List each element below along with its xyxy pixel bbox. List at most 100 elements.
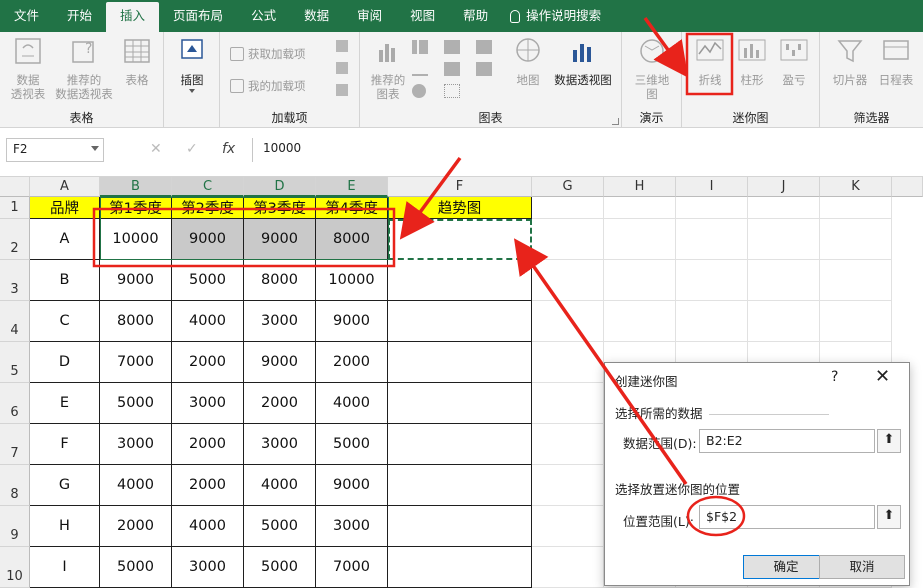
tab-help[interactable]: 帮助 <box>449 0 502 32</box>
data-range-input[interactable]: B2:E2 <box>699 429 875 453</box>
map-chart-button[interactable]: 地图 <box>510 36 546 87</box>
grid-cell[interactable] <box>604 219 676 260</box>
value-cell[interactable]: 2000 <box>316 342 388 383</box>
visio-icon[interactable] <box>336 40 348 52</box>
row-header[interactable]: 8 <box>0 465 30 506</box>
column-header[interactable]: A <box>30 177 100 197</box>
column-header[interactable]: B <box>100 177 172 197</box>
column-header[interactable]: K <box>820 177 892 197</box>
value-cell[interactable]: 3000 <box>172 383 244 424</box>
select-all-corner[interactable] <box>0 177 30 197</box>
grid-cell[interactable] <box>748 219 820 260</box>
tab-formulas[interactable]: 公式 <box>237 0 290 32</box>
sparkline-line-button[interactable]: 折线 <box>690 36 730 87</box>
name-box[interactable]: F2 <box>6 138 104 162</box>
value-cell[interactable]: 5000 <box>172 260 244 301</box>
grid-cell[interactable] <box>604 301 676 342</box>
location-range-input[interactable]: $F$2 <box>699 505 875 529</box>
trend-cell[interactable] <box>388 506 532 547</box>
bing-icon[interactable] <box>336 62 348 74</box>
brand-cell[interactable]: B <box>30 260 100 301</box>
grid-cell[interactable] <box>676 197 748 219</box>
value-cell[interactable]: 10000 <box>100 219 172 260</box>
column-header[interactable]: F <box>388 177 532 197</box>
value-cell[interactable]: 9000 <box>316 301 388 342</box>
value-cell[interactable]: 8000 <box>100 301 172 342</box>
grid-cell[interactable] <box>748 260 820 301</box>
get-addins-button[interactable]: 获取加载项 <box>230 46 306 62</box>
grid-cell[interactable] <box>604 197 676 219</box>
ok-button[interactable]: 确定 <box>743 555 829 579</box>
value-cell[interactable]: 9000 <box>100 260 172 301</box>
header-cell-trend[interactable]: 趋势图 <box>388 197 532 219</box>
grid-cell[interactable] <box>604 260 676 301</box>
trend-cell[interactable] <box>388 547 532 588</box>
grid-cell[interactable] <box>748 301 820 342</box>
value-cell[interactable]: 5000 <box>244 547 316 588</box>
trend-cell[interactable] <box>388 383 532 424</box>
grid-cell[interactable] <box>820 219 892 260</box>
value-cell[interactable]: 2000 <box>244 383 316 424</box>
row-header[interactable]: 7 <box>0 424 30 465</box>
brand-cell[interactable]: H <box>30 506 100 547</box>
header-cell[interactable]: 第3季度 <box>244 197 316 219</box>
value-cell[interactable]: 5000 <box>100 547 172 588</box>
value-cell[interactable]: 2000 <box>172 465 244 506</box>
grid-cell[interactable] <box>676 260 748 301</box>
3d-map-button[interactable]: 三维地 图 <box>630 36 674 101</box>
header-cell[interactable]: 第1季度 <box>100 197 172 219</box>
grid-cell[interactable] <box>532 547 604 588</box>
row-header[interactable]: 1 <box>0 197 30 219</box>
cancel-button[interactable]: 取消 <box>819 555 905 579</box>
column-header[interactable]: I <box>676 177 748 197</box>
trend-cell[interactable] <box>388 424 532 465</box>
grid-cell[interactable] <box>748 197 820 219</box>
slicer-button[interactable]: 切片器 <box>828 36 872 87</box>
value-cell[interactable]: 4000 <box>100 465 172 506</box>
trend-cell[interactable] <box>388 465 532 506</box>
timeline-button[interactable]: 日程表 <box>874 36 918 87</box>
value-cell[interactable]: 7000 <box>100 342 172 383</box>
value-cell[interactable]: 5000 <box>316 424 388 465</box>
value-cell[interactable]: 7000 <box>316 547 388 588</box>
grid-cell[interactable] <box>532 506 604 547</box>
value-cell[interactable]: 3000 <box>316 506 388 547</box>
value-cell[interactable]: 9000 <box>316 465 388 506</box>
value-cell[interactable]: 5000 <box>100 383 172 424</box>
column-header[interactable]: J <box>748 177 820 197</box>
tab-insert[interactable]: 插入 <box>106 2 160 32</box>
column-header[interactable]: D <box>244 177 316 197</box>
brand-cell[interactable]: G <box>30 465 100 506</box>
value-cell[interactable]: 2000 <box>172 424 244 465</box>
collapse-dialog-icon[interactable]: ⬆ <box>877 505 901 529</box>
tab-view[interactable]: 视图 <box>396 0 449 32</box>
trend-cell[interactable] <box>388 342 532 383</box>
brand-cell[interactable]: I <box>30 547 100 588</box>
value-cell[interactable]: 2000 <box>100 506 172 547</box>
value-cell[interactable]: 2000 <box>172 342 244 383</box>
tab-review[interactable]: 审阅 <box>343 0 396 32</box>
chart-types-icons[interactable] <box>412 40 508 100</box>
my-addins-button[interactable]: 我的加载项 <box>230 78 306 94</box>
value-cell[interactable]: 3000 <box>100 424 172 465</box>
grid-cell[interactable] <box>532 342 604 383</box>
grid-cell[interactable] <box>820 197 892 219</box>
insert-function-icon[interactable]: fx <box>222 141 235 157</box>
grid-cell[interactable] <box>532 383 604 424</box>
chevron-down-icon[interactable] <box>91 146 99 151</box>
row-header[interactable]: 3 <box>0 260 30 301</box>
brand-cell[interactable]: C <box>30 301 100 342</box>
help-icon[interactable]: ? <box>831 369 838 385</box>
trend-cell[interactable] <box>388 219 532 260</box>
brand-cell[interactable]: E <box>30 383 100 424</box>
grid-cell[interactable] <box>820 260 892 301</box>
tab-file[interactable]: 文件 <box>0 0 53 32</box>
collapse-dialog-icon[interactable]: ⬆ <box>877 429 901 453</box>
tab-home[interactable]: 开始 <box>53 0 106 32</box>
brand-cell[interactable]: D <box>30 342 100 383</box>
column-header[interactable]: H <box>604 177 676 197</box>
trend-cell[interactable] <box>388 260 532 301</box>
enter-check-icon[interactable]: ✓ <box>186 141 198 157</box>
grid-cell[interactable] <box>532 424 604 465</box>
grid-cell[interactable] <box>676 301 748 342</box>
